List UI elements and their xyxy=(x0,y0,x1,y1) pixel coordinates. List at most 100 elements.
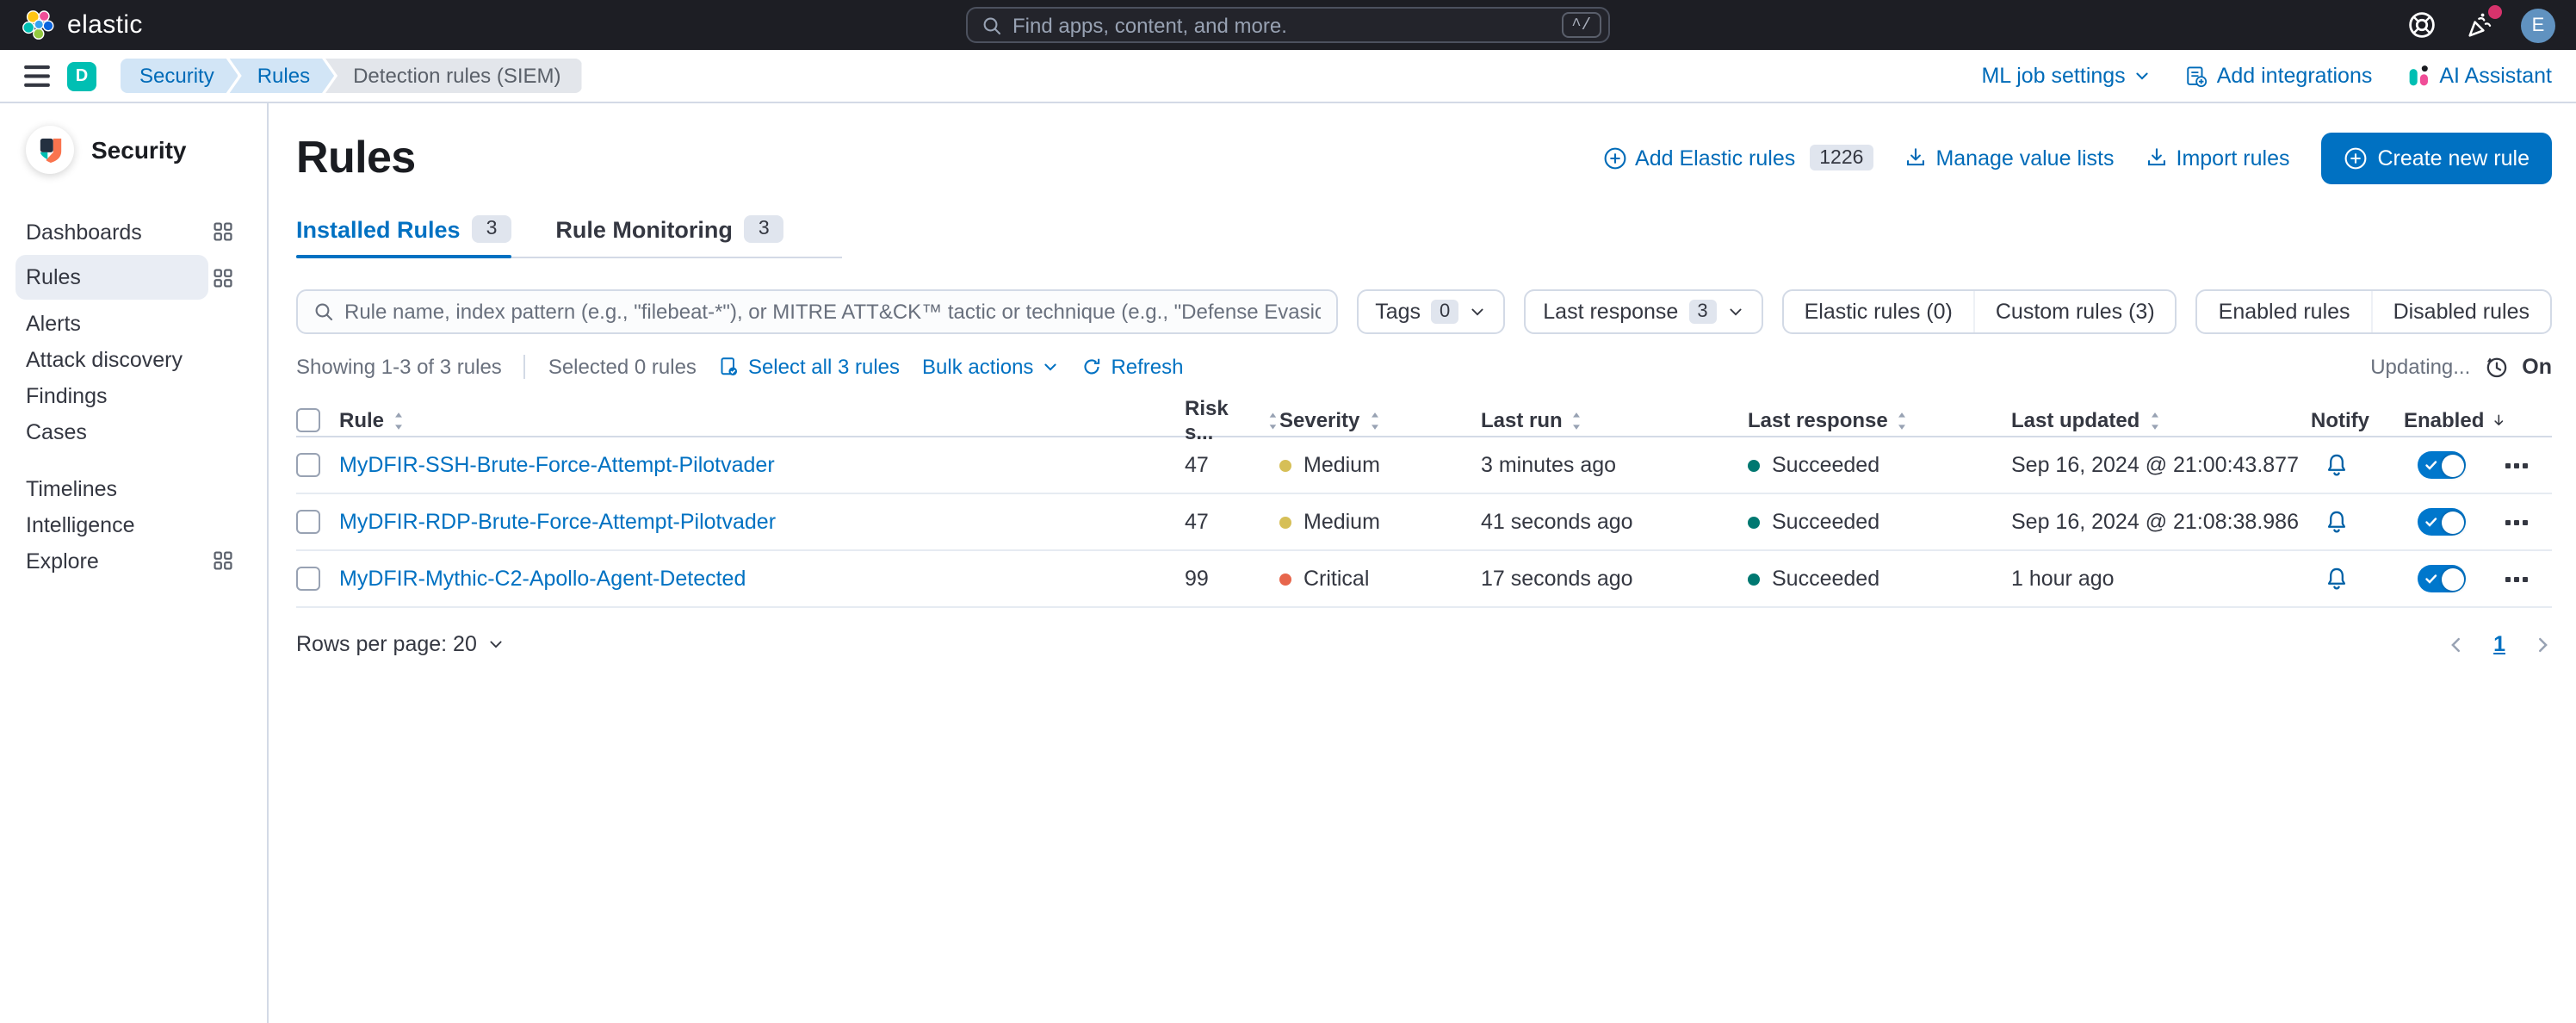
apps-grid-icon[interactable] xyxy=(214,551,232,570)
search-shortcut-hint: ^/ xyxy=(1561,12,1601,38)
tab-count-badge: 3 xyxy=(745,215,783,243)
sidebar-item-attack-discovery[interactable]: Attack discovery xyxy=(0,341,267,377)
sidebar-group-gap xyxy=(0,450,267,470)
app-root: elastic ^/ xyxy=(0,0,2576,1023)
column-header-last-run[interactable]: Last run xyxy=(1481,408,1748,432)
bell-icon[interactable] xyxy=(2325,509,2349,535)
shield-icon xyxy=(37,136,63,164)
create-new-rule-button[interactable]: Create new rule xyxy=(2321,132,2553,183)
tab-rule-monitoring[interactable]: Rule Monitoring 3 xyxy=(555,215,783,257)
row-checkbox[interactable] xyxy=(296,567,320,591)
rule-name-link[interactable]: MyDFIR-SSH-Brute-Force-Attempt-Pilotvade… xyxy=(339,453,1185,477)
sidebar-item-dashboards[interactable]: Dashboards xyxy=(0,214,267,250)
severity-label: Critical xyxy=(1303,567,1369,591)
column-header-last-updated[interactable]: Last updated xyxy=(2011,408,2311,432)
auto-refresh-state[interactable]: On xyxy=(2522,355,2552,379)
sidebar-item-intelligence[interactable]: Intelligence xyxy=(0,506,267,542)
rows-per-page-menu[interactable]: Rows per page: 20 xyxy=(296,632,505,656)
menu-icon[interactable] xyxy=(24,65,50,87)
ml-job-settings-menu[interactable]: ML job settings xyxy=(1981,64,2151,88)
bell-icon[interactable] xyxy=(2325,452,2349,478)
news-button[interactable] xyxy=(2462,8,2497,42)
sidebar-item-label: Cases xyxy=(26,419,87,443)
global-search-input[interactable] xyxy=(1012,13,1561,37)
chevron-down-icon xyxy=(1469,303,1486,320)
column-header-rule[interactable]: Rule xyxy=(339,408,1185,432)
select-all-checkbox[interactable] xyxy=(296,408,320,432)
manage-value-lists-link[interactable]: Manage value lists xyxy=(1904,146,2114,170)
chevron-left-icon xyxy=(2447,635,2466,654)
add-integrations-link[interactable]: Add integrations xyxy=(2186,64,2373,88)
rules-tabs: Installed Rules 3 Rule Monitoring 3 xyxy=(296,215,842,258)
column-header-last-response[interactable]: Last response xyxy=(1748,408,2011,432)
help-button[interactable] xyxy=(2404,8,2438,42)
column-header-enabled[interactable]: Enabled xyxy=(2404,408,2505,432)
risk-score: 47 xyxy=(1185,510,1279,534)
table-footer: Rows per page: 20 1 xyxy=(296,632,2552,656)
enabled-toggle[interactable] xyxy=(2418,451,2466,479)
apps-grid-icon[interactable] xyxy=(214,222,232,241)
integrations-icon xyxy=(2186,65,2208,87)
row-checkbox[interactable] xyxy=(296,510,320,534)
sort-icon xyxy=(391,411,406,430)
page-number[interactable]: 1 xyxy=(2493,632,2505,656)
sidebar-item-cases[interactable]: Cases xyxy=(0,413,267,450)
disabled-rules-filter[interactable]: Disabled rules xyxy=(2371,291,2550,332)
next-page-button[interactable] xyxy=(2533,635,2552,654)
apps-grid-icon[interactable] xyxy=(214,268,232,287)
bulk-actions-label: Bulk actions xyxy=(922,355,1033,379)
check-icon xyxy=(2424,458,2438,472)
sidebar-item-rules[interactable]: Rules xyxy=(0,255,267,300)
bell-icon[interactable] xyxy=(2325,566,2349,592)
last-response-filter-button[interactable]: Last response 3 xyxy=(1524,289,1762,334)
sidebar-item-label: Alerts xyxy=(26,311,81,335)
ai-assistant-label: AI Assistant xyxy=(2439,64,2552,88)
breadcrumb-rules[interactable]: Rules xyxy=(230,59,334,93)
row-checkbox[interactable] xyxy=(296,453,320,477)
add-elastic-rules-link[interactable]: Add Elastic rules 1226 xyxy=(1602,145,1873,170)
rule-search-input[interactable] xyxy=(344,300,1320,324)
auto-refresh-clock-icon[interactable] xyxy=(2484,355,2508,379)
global-search[interactable]: ^/ xyxy=(966,7,1610,43)
sidebar-item-alerts[interactable]: Alerts xyxy=(0,305,267,341)
enabled-toggle[interactable] xyxy=(2418,508,2466,536)
rule-search-field[interactable] xyxy=(296,289,1337,334)
sidebar-item-label: Findings xyxy=(26,383,108,407)
import-rules-link[interactable]: Import rules xyxy=(2146,146,2290,170)
breadcrumb-security[interactable]: Security xyxy=(121,59,238,93)
row-actions-button[interactable] xyxy=(2505,576,2552,581)
ai-assistant-button[interactable]: AI Assistant xyxy=(2406,64,2552,88)
severity-label: Medium xyxy=(1303,453,1380,477)
sidebar-item-timelines[interactable]: Timelines xyxy=(0,470,267,506)
check-icon xyxy=(2424,515,2438,529)
sidebar-item-explore[interactable]: Explore xyxy=(0,542,267,579)
refresh-button[interactable]: Refresh xyxy=(1081,355,1183,379)
tags-filter-button[interactable]: Tags 0 xyxy=(1356,289,1505,334)
custom-rules-filter[interactable]: Custom rules (3) xyxy=(1973,291,2176,332)
showing-count: Showing 1-3 of 3 rules xyxy=(296,355,502,379)
rule-name-link[interactable]: MyDFIR-RDP-Brute-Force-Attempt-Pilotvade… xyxy=(339,510,1185,534)
row-actions-button[interactable] xyxy=(2505,519,2552,524)
elastic-brand[interactable]: elastic xyxy=(21,8,143,42)
bulk-actions-menu[interactable]: Bulk actions xyxy=(922,355,1059,379)
select-all-icon xyxy=(719,356,740,377)
enabled-toggle[interactable] xyxy=(2418,565,2466,592)
rule-name-link[interactable]: MyDFIR-Mythic-C2-Apollo-Agent-Detected xyxy=(339,567,1185,591)
deployment-badge[interactable]: D xyxy=(67,61,96,90)
utility-bar: Showing 1-3 of 3 rules Selected 0 rules … xyxy=(296,355,2552,379)
column-header-risk-score[interactable]: Risk s... xyxy=(1185,396,1279,444)
last-updated: Sep 16, 2024 @ 21:00:43.877 xyxy=(2011,453,2311,477)
last-response-count-badge: 3 xyxy=(1688,300,1716,324)
column-header-severity[interactable]: Severity xyxy=(1279,408,1481,432)
sidebar-item-findings[interactable]: Findings xyxy=(0,377,267,413)
enabled-rules-filter[interactable]: Enabled rules xyxy=(2198,291,2371,332)
last-run: 3 minutes ago xyxy=(1481,453,1748,477)
select-all-button[interactable]: Select all 3 rules xyxy=(719,355,900,379)
elastic-rules-filter[interactable]: Elastic rules (0) xyxy=(1784,291,1973,332)
updating-status: Updating... xyxy=(2370,355,2470,379)
tab-installed-rules[interactable]: Installed Rules 3 xyxy=(296,215,511,257)
user-avatar[interactable]: E xyxy=(2521,8,2555,42)
select-all-label: Select all 3 rules xyxy=(748,355,900,379)
previous-page-button[interactable] xyxy=(2447,635,2466,654)
row-actions-button[interactable] xyxy=(2505,462,2552,468)
